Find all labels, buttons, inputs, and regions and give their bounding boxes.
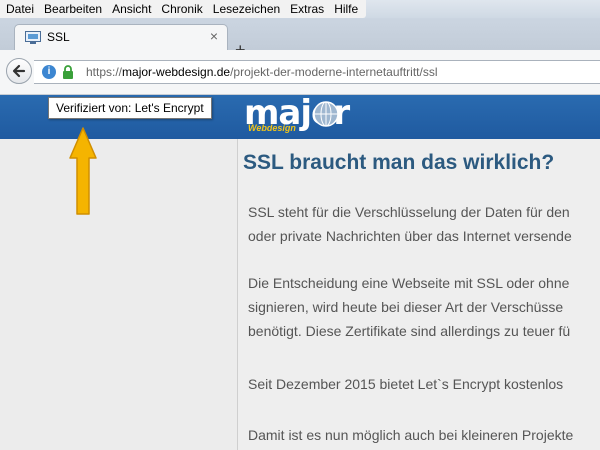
paragraph-line: benötigt. Diese Zertifikate sind allerdi… [248, 323, 571, 339]
main-content: SSL braucht man das wirklich? SSL steht … [238, 139, 600, 450]
paragraph-line: signieren, wird heute bei dieser Art der… [248, 299, 564, 315]
tab-title: SSL [47, 30, 70, 44]
page-heading: SSL braucht man das wirklich? [243, 151, 555, 174]
certificate-tooltip: Verifiziert von: Let's Encrypt [48, 97, 212, 119]
menu-group: Datei Bearbeiten Ansicht Chronik Lesezei… [0, 0, 367, 18]
close-icon[interactable]: × [210, 28, 218, 44]
paragraph-line: Seit Dezember 2015 bietet Let`s Encrypt … [248, 376, 564, 392]
paragraph-line: SSL steht für die Verschlüsselung der Da… [248, 204, 570, 220]
paragraph-line: Damit ist es nun möglich auch bei kleine… [248, 427, 574, 443]
url-text: https://major-webdesign.de/projekt-der-m… [86, 65, 438, 79]
tab-bar: SSL × + [0, 18, 600, 60]
nav-bar: i https://major-webdesign.de/projekt-der… [0, 50, 600, 95]
sidebar [0, 139, 238, 450]
site-logo[interactable]: major Webdesign [244, 93, 350, 135]
logo-subtitle: Webdesign [248, 123, 296, 133]
tab-ssl[interactable]: SSL × [14, 24, 228, 51]
info-icon[interactable]: i [42, 65, 56, 79]
lock-icon[interactable] [62, 65, 74, 79]
menu-bar: Datei Bearbeiten Ansicht Chronik Lesezei… [0, 0, 600, 18]
menu-hilfe[interactable]: Hilfe [328, 0, 362, 18]
menu-bearbeiten[interactable]: Bearbeiten [38, 0, 106, 18]
paragraph-line: Die Entscheidung eine Webseite mit SSL o… [248, 275, 570, 291]
globe-icon [313, 101, 339, 127]
monitor-icon [25, 31, 41, 44]
url-prefix: https:// [86, 65, 123, 79]
menu-datei[interactable]: Datei [0, 0, 38, 18]
url-host: major-webdesign.de [122, 65, 231, 79]
back-button[interactable] [6, 58, 32, 84]
back-arrow-icon [12, 64, 26, 78]
url-bar[interactable]: i https://major-webdesign.de/projekt-der… [34, 60, 600, 84]
menu-extras[interactable]: Extras [284, 0, 328, 18]
menu-ansicht[interactable]: Ansicht [106, 0, 155, 18]
annotation-arrow-icon [69, 127, 97, 215]
url-path: /projekt-der-moderne-internetauftritt/ss… [230, 65, 438, 79]
menu-lesezeichen[interactable]: Lesezeichen [207, 0, 284, 18]
paragraph-line: oder private Nachrichten über das Intern… [248, 228, 572, 244]
menu-chronik[interactable]: Chronik [155, 0, 206, 18]
